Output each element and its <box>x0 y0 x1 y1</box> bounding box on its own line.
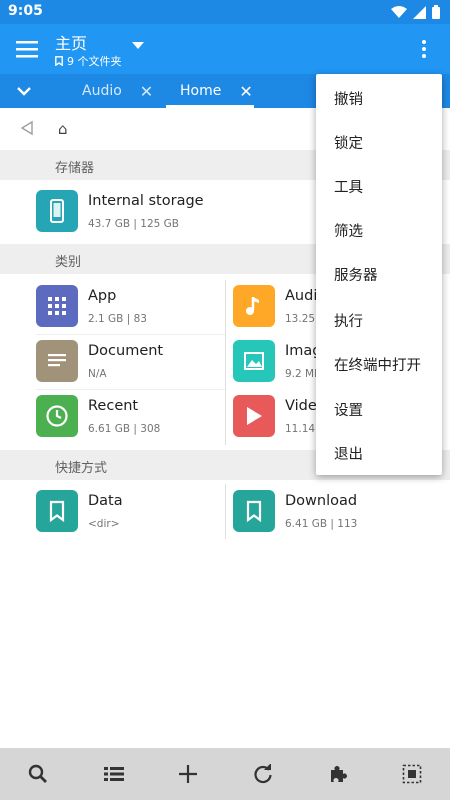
item-meta: 9.2 MI <box>285 368 316 380</box>
item-meta: 6.41 GB | 113 <box>285 518 358 530</box>
grid-divider <box>225 280 226 445</box>
list-view-icon[interactable] <box>102 762 126 786</box>
item-meta: 6.61 GB | 308 <box>88 423 161 435</box>
item-name: App <box>88 288 117 304</box>
more-vert-icon[interactable] <box>420 39 428 59</box>
shortcut-download[interactable]: Download 6.41 GB | 113 <box>233 486 433 541</box>
close-icon[interactable]: ✕ <box>140 82 153 101</box>
category-video[interactable]: Vide 11.14 <box>233 391 316 446</box>
music-note-icon <box>233 285 275 327</box>
item-name: Internal storage <box>88 193 204 209</box>
menu-item-open-terminal[interactable]: 在终端中打开 <box>334 354 421 375</box>
item-name: Audi <box>285 288 316 304</box>
dropdown-arrow-icon[interactable] <box>132 42 144 50</box>
overflow-menu: 撤销 锁定 工具 筛选 服务器 执行 在终端中打开 设置 退出 <box>316 74 442 475</box>
menu-item-lock[interactable]: 锁定 <box>334 132 363 153</box>
item-name: Vide <box>285 398 316 414</box>
chevron-down-icon[interactable] <box>16 83 32 99</box>
item-meta: N/A <box>88 368 107 380</box>
image-icon <box>233 340 275 382</box>
shortcut-data[interactable]: Data <dir> <box>36 486 221 541</box>
document-icon <box>36 340 78 382</box>
tab-label: Home <box>180 83 222 99</box>
section-title: 类别 <box>55 255 82 270</box>
item-meta: 11.14 <box>285 423 316 435</box>
tab-home[interactable]: Home ✕ <box>180 74 253 108</box>
app-subtitle: 9 个文件夹 <box>55 53 122 69</box>
item-meta: 43.7 GB | 125 GB <box>88 218 179 230</box>
folder-count: 9 个文件夹 <box>67 55 122 68</box>
item-name: Document <box>88 343 164 359</box>
tab-label: Audio <box>82 83 122 99</box>
category-document[interactable]: Document N/A <box>36 336 221 391</box>
item-name: Recent <box>88 398 139 414</box>
bookmark-icon <box>55 56 63 66</box>
app-title[interactable]: 主页 <box>55 30 87 54</box>
menu-item-settings[interactable]: 设置 <box>334 399 363 420</box>
phone-icon <box>36 190 78 232</box>
menu-item-filter[interactable]: 筛选 <box>334 220 363 241</box>
refresh-icon[interactable] <box>251 762 275 786</box>
menu-item-exit[interactable]: 退出 <box>334 443 363 464</box>
signal-icon <box>413 5 426 19</box>
item-name: Download <box>285 493 358 509</box>
tab-audio[interactable]: Audio ✕ <box>82 74 153 108</box>
bookmark-icon <box>233 490 275 532</box>
app-bar: 主页 9 个文件夹 <box>0 24 450 74</box>
menu-item-server[interactable]: 服务器 <box>334 264 378 285</box>
wifi-icon <box>391 5 407 18</box>
play-icon <box>233 395 275 437</box>
menu-item-undo[interactable]: 撤销 <box>334 88 363 109</box>
item-name: Imag <box>285 343 316 359</box>
battery-icon <box>432 5 440 19</box>
grid-divider <box>225 484 226 539</box>
status-time: 9:05 <box>8 3 43 19</box>
select-all-icon[interactable] <box>400 762 424 786</box>
close-icon[interactable]: ✕ <box>239 82 252 101</box>
menu-item-execute[interactable]: 执行 <box>334 310 363 331</box>
item-meta: 13.25 <box>285 313 316 325</box>
section-title: 快捷方式 <box>55 461 108 476</box>
section-title: 存储器 <box>55 161 95 176</box>
item-meta: <dir> <box>88 518 120 530</box>
clock-icon <box>36 395 78 437</box>
home-icon[interactable]: ⌂ <box>58 120 68 138</box>
category-image[interactable]: Imag 9.2 MI <box>233 336 316 391</box>
status-bar: 9:05 <box>0 0 450 24</box>
apps-grid-icon <box>36 285 78 327</box>
search-icon[interactable] <box>26 762 50 786</box>
back-arrow-icon[interactable] <box>20 120 34 136</box>
category-recent[interactable]: Recent 6.61 GB | 308 <box>36 391 221 446</box>
bookmark-icon <box>36 490 78 532</box>
item-name: Data <box>88 493 123 509</box>
status-icons <box>391 5 440 19</box>
bottom-toolbar <box>0 748 450 800</box>
item-meta: 2.1 GB | 83 <box>88 313 147 325</box>
category-audio[interactable]: Audi 13.25 <box>233 281 316 336</box>
hamburger-menu-icon[interactable] <box>14 37 40 61</box>
plugin-icon[interactable] <box>326 762 350 786</box>
category-app[interactable]: App 2.1 GB | 83 <box>36 281 221 336</box>
add-icon[interactable] <box>176 762 200 786</box>
menu-item-tools[interactable]: 工具 <box>334 176 363 197</box>
